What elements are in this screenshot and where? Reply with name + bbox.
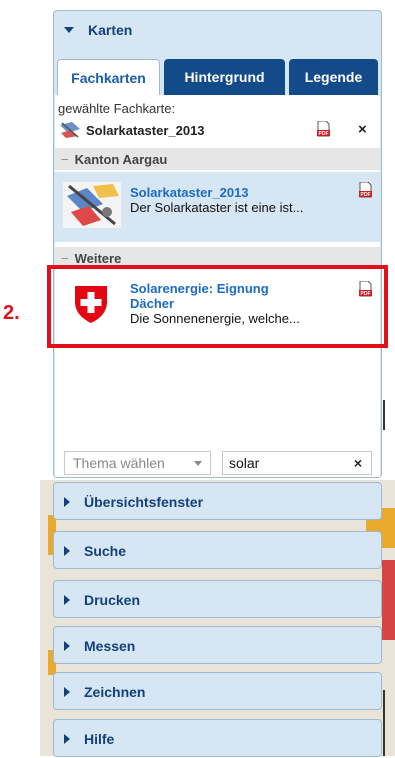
pdf-icon[interactable]: PDF: [317, 121, 330, 137]
group-kanton-aargau[interactable]: − Kanton Aargau: [55, 148, 380, 170]
clear-search-icon[interactable]: ×: [354, 455, 362, 471]
highlight-box: [47, 265, 388, 348]
svg-text:PDF: PDF: [319, 131, 329, 137]
tab-legende[interactable]: Legende: [289, 59, 378, 95]
panel-zeichnen[interactable]: Zeichnen: [53, 672, 382, 710]
panel-title: Zeichnen: [84, 684, 146, 700]
map-line: [383, 690, 385, 756]
expand-triangle-icon: [64, 641, 70, 651]
expand-triangle-icon: [64, 546, 70, 556]
item-title: Solarkataster_2013: [130, 185, 249, 200]
tab-hintergrund[interactable]: Hintergrund: [164, 59, 285, 95]
expand-triangle-icon: [64, 734, 70, 744]
panel-title: Drucken: [84, 592, 141, 608]
expand-triangle-icon: [64, 497, 70, 507]
tab-bar: Fachkarten Hintergrund Legende: [57, 59, 378, 95]
panel-title: Übersichtsfenster: [84, 494, 204, 510]
panel-hilfe[interactable]: Hilfe: [53, 719, 382, 757]
theme-select-placeholder: Thema wählen: [73, 455, 165, 471]
collapse-triangle-icon: [64, 27, 74, 33]
list-item-solarkataster[interactable]: Solarkataster_2013 Der Solarkataster ist…: [55, 172, 380, 242]
tab-fachkarten-label: Fachkarten: [71, 69, 146, 86]
karten-panel-header[interactable]: Karten: [54, 11, 381, 49]
map-line: [383, 400, 385, 430]
search-field[interactable]: ×: [222, 451, 372, 475]
group-name: Kanton Aargau: [74, 151, 168, 167]
karten-panel-title: Karten: [88, 22, 133, 38]
panel-drucken[interactable]: Drucken: [53, 580, 382, 618]
collapse-minus-icon: −: [61, 250, 69, 266]
collapse-minus-icon: −: [61, 151, 69, 167]
panel-uebersichtsfenster[interactable]: Übersichtsfenster: [53, 482, 382, 520]
search-input[interactable]: [229, 455, 339, 471]
group-name: Weitere: [74, 250, 122, 266]
tab-fachkarten[interactable]: Fachkarten: [57, 59, 160, 95]
expand-triangle-icon: [64, 595, 70, 605]
panel-messen[interactable]: Messen: [53, 626, 382, 664]
karten-panel: Karten Fachkarten Hintergrund Legende ge…: [53, 10, 382, 478]
theme-select[interactable]: Thema wählen: [64, 451, 211, 475]
tab-hintergrund-label: Hintergrund: [184, 69, 265, 85]
panel-title: Hilfe: [84, 731, 115, 747]
step-label: 2.: [3, 302, 20, 324]
item-description: Der Solarkataster ist eine ist...: [130, 200, 304, 215]
solarkataster-thumbnail-icon: [63, 182, 121, 228]
map-patch: [382, 560, 395, 640]
panel-suche[interactable]: Suche: [53, 531, 382, 569]
chevron-down-icon: [194, 461, 202, 466]
expand-triangle-icon: [64, 687, 70, 697]
selected-map-label: gewählte Fachkarte:: [58, 101, 176, 116]
remove-selected-map-button[interactable]: ×: [358, 121, 367, 138]
selected-map-name: Solarkataster_2013: [86, 122, 205, 138]
svg-text:PDF: PDF: [361, 192, 371, 198]
pdf-icon[interactable]: PDF: [359, 182, 372, 198]
panel-title: Suche: [84, 543, 127, 559]
panel-title: Messen: [84, 638, 136, 654]
tab-legende-label: Legende: [304, 69, 363, 85]
solar-thumbnail-icon: [60, 122, 80, 138]
